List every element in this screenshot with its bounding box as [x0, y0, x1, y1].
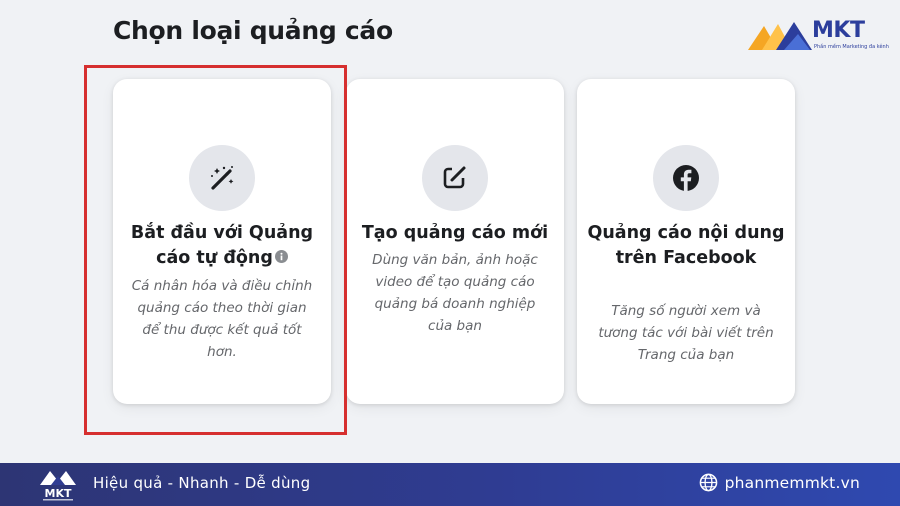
card-title: Tạo quảng cáo mới — [361, 223, 549, 243]
mkt-logo-mark — [748, 22, 812, 50]
card-description: Dùng văn bản, ảnh hoặc video để tạo quản… — [372, 252, 538, 334]
mkt-logo-tagline: Phần mềm Marketing đa kênh — [814, 44, 889, 50]
mkt-footer-logo: MKT — [40, 471, 76, 501]
globe-icon — [699, 473, 717, 492]
ad-type-card-new-ad[interactable]: Tạo quảng cáo mới Dùng văn bản, ảnh hoặc… — [346, 79, 564, 404]
mkt-logo-word: MKT — [812, 18, 865, 43]
ad-type-card-boost-post[interactable]: Quảng cáo nội dung trên Facebook Tăng số… — [577, 79, 795, 404]
footer-bar: MKT Hiệu quả - Nhanh - Dễ dùng phanmemmk… — [0, 463, 900, 506]
svg-text:MKT: MKT — [45, 487, 72, 500]
card-title: Quảng cáo nội dung trên Facebook — [587, 223, 785, 268]
edit-icon — [422, 145, 488, 211]
website-link[interactable]: phanmemmkt.vn — [725, 474, 860, 492]
page-title: Chọn loại quảng cáo — [113, 16, 393, 45]
footer-slogan: Hiệu quả - Nhanh - Dễ dùng — [93, 474, 311, 492]
card-description: Tăng số người xem và tương tác với bài v… — [598, 303, 774, 363]
mkt-logo: MKT Phần mềm Marketing đa kênh — [748, 18, 889, 52]
footer-website[interactable]: phanmemmkt.vn — [699, 473, 860, 492]
selection-highlight — [84, 65, 347, 435]
facebook-icon — [653, 145, 719, 211]
